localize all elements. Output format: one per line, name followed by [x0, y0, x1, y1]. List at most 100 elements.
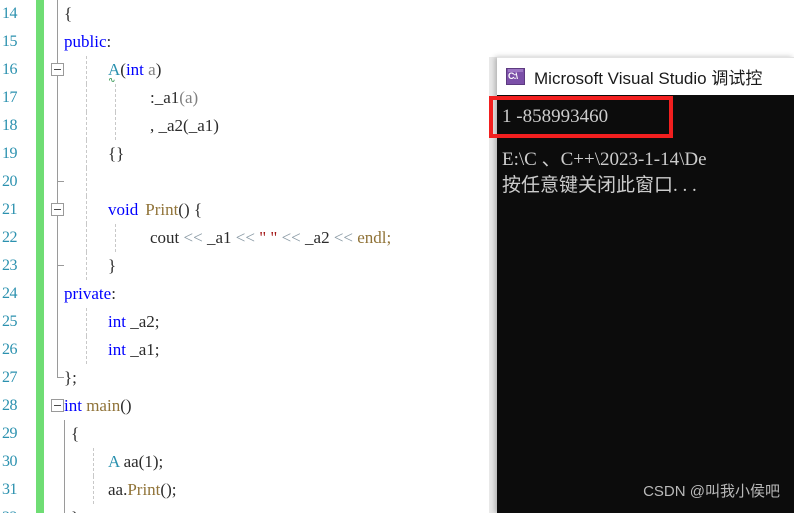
- indent-guide: [115, 84, 116, 112]
- change-bar: [36, 56, 44, 84]
- indent-guide: [86, 336, 87, 364]
- structure-guide: [64, 504, 65, 513]
- code-text: , _a2(_a1): [150, 112, 219, 140]
- line-number: 30: [2, 453, 18, 470]
- fold-toggle-main[interactable]: [51, 399, 64, 412]
- indent-guide: [93, 448, 94, 476]
- indent-guide: [86, 224, 87, 252]
- change-bar: [36, 420, 44, 448]
- console-output[interactable]: 1 -858993460 E:\C 、C++\2023-1-14\De 按任意键…: [497, 95, 794, 513]
- code-text: {: [64, 0, 72, 28]
- line-number: 26: [2, 341, 18, 358]
- console-app-icon: [506, 68, 525, 85]
- indent-guide: [86, 140, 87, 168]
- token-colon: :: [111, 284, 116, 303]
- token-keyword: int: [108, 312, 126, 331]
- change-bar: [36, 196, 44, 224]
- line-number: 28: [2, 397, 18, 414]
- token-brace: }: [108, 256, 117, 275]
- console-title-text: Microsoft Visual Studio 调试控: [534, 69, 763, 88]
- token-class-name: A: [108, 60, 121, 79]
- fold-toggle-constructor[interactable]: [51, 63, 64, 76]
- structure-guide: [57, 28, 58, 56]
- change-bar: [36, 448, 44, 476]
- token-brace: {}: [108, 144, 125, 163]
- console-output-line-1: 1 -858993460: [502, 106, 609, 127]
- indent-guide: [115, 112, 116, 140]
- token-declaration: aa(1);: [119, 452, 164, 471]
- token-class-name: A: [108, 452, 120, 471]
- change-bar: [36, 280, 44, 308]
- token-paren: (): [120, 396, 132, 415]
- structure-guide: [57, 112, 58, 140]
- token-param: a: [143, 60, 156, 79]
- code-text: {: [71, 420, 79, 448]
- token-keyword: int: [108, 340, 126, 359]
- line-number: 14: [2, 5, 18, 22]
- code-text: int _a1;: [108, 336, 159, 364]
- token-keyword: int: [125, 60, 144, 79]
- code-text: {}: [108, 140, 124, 168]
- token-member: _a2: [305, 228, 330, 247]
- screenshot-root: 14 { 15 public: 16 A(int a) ∿ 17: [0, 0, 794, 513]
- structure-guide: [57, 140, 58, 168]
- change-bar: [36, 224, 44, 252]
- structure-guide-corner: [57, 265, 64, 266]
- token-object: aa.: [108, 480, 128, 499]
- line-number: 23: [2, 257, 18, 274]
- token-keyword: private: [64, 284, 112, 303]
- token-paren: ): [155, 60, 162, 79]
- console-window[interactable]: Microsoft Visual Studio 调试控 1 -858993460…: [497, 57, 794, 513]
- indent-guide: [86, 112, 87, 140]
- token-cout: cout: [150, 228, 180, 247]
- indent-guide: [86, 308, 87, 336]
- token-member: _a1: [206, 228, 232, 247]
- indent-guide: [86, 168, 87, 196]
- structure-guide: [64, 420, 65, 448]
- change-bar: [36, 364, 44, 392]
- code-text: int main(): [64, 392, 132, 420]
- token-brace: }: [71, 508, 79, 513]
- token-operator: <<: [231, 228, 260, 247]
- change-bar: [36, 0, 44, 28]
- change-bar: [36, 140, 44, 168]
- token-paren: ();: [160, 480, 177, 499]
- code-line[interactable]: 14 {: [0, 0, 794, 28]
- line-number: 15: [2, 33, 18, 50]
- token-keyword: int: [64, 396, 82, 415]
- code-text: :_a1(a): [150, 84, 198, 112]
- change-bar: [36, 168, 44, 196]
- error-squiggle: ∿: [108, 78, 115, 82]
- change-bar: [36, 84, 44, 112]
- indent-guide: [86, 84, 87, 112]
- token-endl: endl;: [357, 228, 392, 247]
- console-title-bar[interactable]: Microsoft Visual Studio 调试控: [497, 57, 794, 95]
- fold-toggle-print[interactable]: [51, 203, 64, 216]
- structure-guide: [57, 336, 58, 364]
- indent-guide: [86, 56, 87, 84]
- token-member: _a1;: [125, 340, 160, 359]
- token-string: " ": [259, 228, 278, 247]
- code-line[interactable]: 15 public:: [0, 28, 794, 56]
- structure-guide: [57, 308, 58, 336]
- code-text: private:: [64, 280, 116, 308]
- token-function: Print: [145, 200, 179, 219]
- token-operator: <<: [329, 228, 358, 247]
- editor-margin-strip: [489, 57, 497, 513]
- indent-guide: [93, 476, 94, 504]
- structure-guide: [57, 252, 58, 266]
- line-number: 24: [2, 285, 18, 302]
- code-text: aa.Print();: [108, 476, 176, 504]
- line-number: 31: [2, 481, 18, 498]
- structure-guide: [57, 224, 58, 252]
- code-text: int _a2;: [108, 308, 159, 336]
- indent-guide: [115, 224, 116, 252]
- structure-guide: [57, 182, 58, 196]
- code-text: }: [71, 504, 79, 513]
- token-arg: (a): [179, 88, 199, 107]
- token-brace: };: [64, 368, 77, 387]
- token-keyword: void: [108, 200, 139, 219]
- token-member: _a2;: [125, 312, 160, 331]
- line-number: 32: [0, 504, 18, 513]
